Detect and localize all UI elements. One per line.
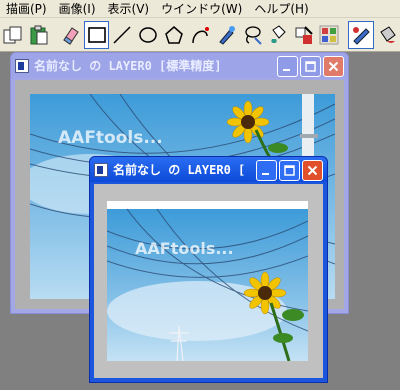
menu-bar: 描画(P) 画像(I) 表示(V) ウインドウ(W) ヘルプ(H) — [0, 0, 400, 18]
eraser-icon — [62, 26, 79, 45]
stamp-tool-button[interactable] — [348, 20, 375, 49]
window-controls — [277, 56, 344, 77]
menu-window[interactable]: ウインドウ(W) — [155, 0, 248, 18]
color-picker-icon — [295, 25, 313, 44]
close-button[interactable] — [323, 56, 344, 77]
line-tool-button[interactable] — [109, 21, 135, 49]
lasso-tool-icon — [245, 25, 262, 45]
maximize-button[interactable] — [300, 56, 321, 77]
menu-view[interactable]: 表示(V) — [102, 0, 156, 18]
polygon-tool-icon — [165, 25, 184, 44]
rectangle-tool-button[interactable] — [83, 20, 110, 49]
sky-photo-image — [107, 201, 308, 361]
minimize-button[interactable] — [256, 160, 277, 181]
menu-draw[interactable]: 描画(P) — [0, 0, 53, 18]
lasso-tool-button[interactable] — [239, 21, 265, 49]
brush-tool-icon — [219, 25, 235, 45]
minimize-button[interactable] — [277, 56, 298, 77]
maximize-button[interactable] — [279, 160, 300, 181]
line-tool-icon — [113, 25, 131, 44]
ellipse-tool-button[interactable] — [135, 21, 161, 49]
watermark-text: AAFtools... — [135, 239, 234, 258]
pen-tool-button[interactable] — [316, 21, 342, 49]
toolbar — [0, 18, 400, 52]
paste-button[interactable] — [26, 21, 52, 49]
stamp-tool-icon — [353, 26, 370, 45]
polygon-tool-button[interactable] — [161, 21, 187, 49]
canvas-frame: AAFtools... — [94, 184, 323, 378]
rectangle-tool-icon — [87, 26, 106, 43]
curve-tool-icon — [192, 26, 210, 43]
window-controls — [256, 160, 323, 181]
color-picker-button[interactable] — [291, 21, 317, 49]
curve-tool-button[interactable] — [187, 21, 213, 49]
pen-tool-icon — [319, 25, 339, 44]
copy-icon — [3, 26, 22, 43]
maximize-icon — [305, 61, 316, 72]
ellipse-tool-icon — [139, 26, 158, 43]
fill-tool-button[interactable] — [265, 21, 291, 49]
menu-help[interactable]: ヘルプ(H) — [248, 0, 314, 18]
close-icon — [328, 61, 339, 72]
fill-bucket-icon — [380, 25, 396, 43]
app-icon — [94, 162, 108, 177]
minimize-icon — [262, 173, 269, 175]
fill-tool-icon — [270, 24, 286, 43]
eraser-button[interactable] — [58, 21, 84, 49]
maximize-icon — [284, 165, 295, 176]
brush-tool-button[interactable] — [213, 21, 239, 49]
copy-button[interactable] — [0, 21, 26, 49]
minimize-icon — [283, 69, 290, 71]
image-window-front[interactable]: 名前なし の LAYER0 [AAFtools... — [89, 156, 328, 383]
watermark-text: AAFtools... — [58, 128, 163, 148]
app-icon — [15, 58, 29, 73]
close-button[interactable] — [302, 160, 323, 181]
menu-image[interactable]: 画像(I) — [53, 0, 102, 18]
paste-icon — [30, 25, 48, 44]
window-title: 名前なし の LAYER0 [ — [113, 163, 246, 177]
close-icon — [307, 165, 318, 176]
canvas-image[interactable]: AAFtools... — [107, 201, 308, 361]
window-title: 名前なし の LAYER0 [標準精度] — [34, 59, 222, 73]
fill-bucket-button[interactable] — [374, 21, 400, 49]
